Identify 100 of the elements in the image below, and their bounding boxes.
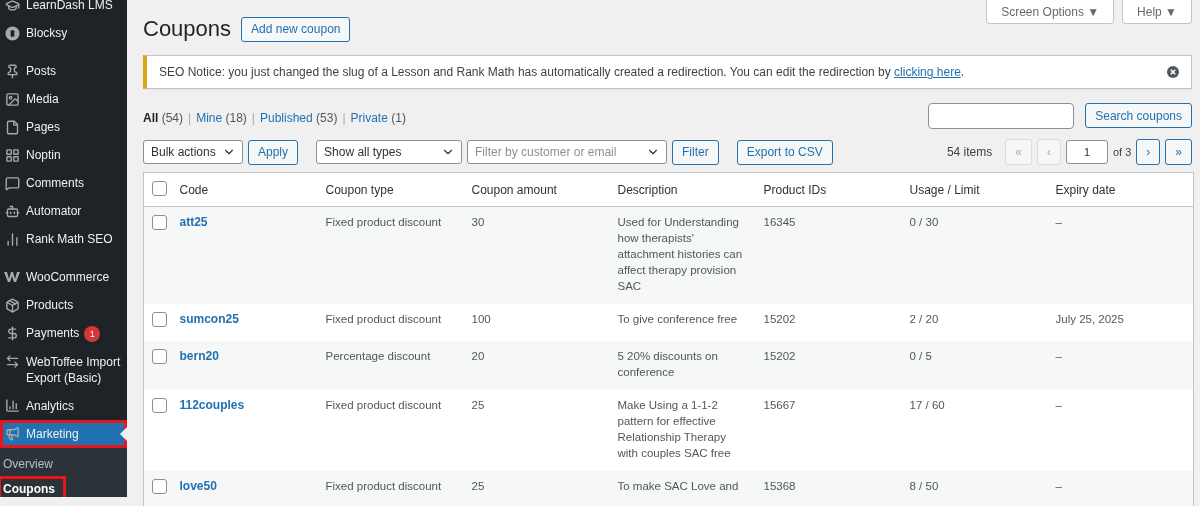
- view-separator: |: [188, 111, 192, 125]
- filter-button[interactable]: Filter: [672, 139, 719, 165]
- table-cell: Fixed product discount: [317, 206, 464, 304]
- table-cell: –: [1047, 471, 1194, 506]
- last-page-button[interactable]: »: [1165, 139, 1192, 165]
- b-circle-icon: [3, 25, 21, 41]
- speech-bubble-icon: [3, 175, 21, 191]
- menu-item[interactable]: Payments 1: [0, 319, 127, 348]
- table-cell: 20: [463, 341, 610, 390]
- menu-item[interactable]: Products: [0, 291, 127, 319]
- table-cell: 15667: [755, 390, 902, 471]
- row-checkbox[interactable]: [152, 349, 167, 364]
- row-checkbox[interactable]: [152, 398, 167, 413]
- menu-item[interactable]: Automator: [0, 197, 127, 225]
- table-cell: Used for Understanding how therapists' attachment histories can affect therapy provision SAC: [609, 206, 756, 304]
- table-cell: 15202: [755, 304, 902, 341]
- table-cell: 0 / 30: [901, 206, 1048, 304]
- menu-item[interactable]: Posts: [0, 57, 127, 85]
- table-cell: Percentage discount: [317, 341, 464, 390]
- table-cell: 8 / 50: [901, 471, 1048, 506]
- robot-icon: [3, 203, 21, 219]
- page-title: Coupons: [143, 16, 232, 42]
- menu-item[interactable]: Media: [0, 85, 127, 113]
- box-icon: [3, 297, 21, 313]
- table-cell: Fixed product discount: [317, 390, 464, 471]
- menu-item[interactable]: Blocksy: [0, 19, 127, 47]
- row-checkbox[interactable]: [152, 215, 167, 230]
- table-cell: To give conference free: [609, 304, 756, 341]
- menu-item[interactable]: Rank Math SEO: [0, 225, 127, 253]
- megaphone-icon: [3, 425, 21, 442]
- next-page-button[interactable]: ›: [1136, 139, 1161, 165]
- help-tab[interactable]: Help ▼: [1122, 0, 1192, 24]
- apply-button[interactable]: Apply: [248, 139, 299, 165]
- table-cell: Fixed product discount: [317, 304, 464, 341]
- column-header[interactable]: Code: [171, 172, 318, 207]
- coupon-code-link[interactable]: 112couples: [179, 398, 245, 412]
- bulk-actions-select[interactable]: Bulk actions: [143, 140, 243, 164]
- coupon-code-link[interactable]: sumcon25: [179, 312, 239, 326]
- table-cell: 5 20% discounts on conference: [609, 341, 756, 390]
- count-badge: 1: [84, 325, 101, 342]
- table-cell: 30: [463, 206, 610, 304]
- column-header[interactable]: Coupon amount: [463, 172, 610, 207]
- column-header[interactable]: Expiry date: [1047, 172, 1194, 207]
- table-cell: –: [1047, 390, 1194, 471]
- view-separator: |: [342, 111, 346, 125]
- notice-link[interactable]: clicking here: [894, 65, 961, 79]
- search-field[interactable]: [928, 103, 1075, 129]
- column-header[interactable]: Usage / Limit: [901, 172, 1048, 207]
- view-filter-link[interactable]: Private (1): [350, 111, 406, 125]
- coupon-code-link[interactable]: att25: [179, 215, 208, 229]
- table-cell: 25: [463, 390, 610, 471]
- table-cell: Fixed product discount: [317, 471, 464, 506]
- table-cell: –: [1047, 341, 1194, 390]
- table-cell: 2 / 20: [901, 304, 1048, 341]
- menu-item[interactable]: WooCommerce: [0, 263, 127, 291]
- coupon-code-link[interactable]: bern20: [179, 349, 219, 363]
- screen-options-tab[interactable]: Screen Options ▼: [986, 0, 1115, 24]
- page-total: of 3: [1112, 146, 1132, 158]
- page-number-field[interactable]: 1: [1065, 140, 1108, 164]
- graduation-cap-icon: [3, 0, 21, 13]
- dismiss-icon[interactable]: [1167, 66, 1179, 78]
- submenu-item[interactable]: Coupons: [0, 477, 64, 497]
- w-logo-icon: [3, 269, 21, 285]
- column-header[interactable]: Product IDs: [755, 172, 902, 207]
- current-pointer-icon: [120, 426, 127, 441]
- view-filter-link[interactable]: All (54): [143, 111, 184, 125]
- notice-text: SEO Notice: you just changed the slug of a Lesson and Rank Math has automatically created a redirection. You can edit the redirection by clicking here.: [159, 65, 965, 79]
- menu-item[interactable]: Noptin: [0, 141, 127, 169]
- table-cell: Make Using a 1-1-2 pattern for effective Relationship Therapy with couples SAC free: [609, 390, 756, 471]
- table-cell: 100: [463, 304, 610, 341]
- table-cell: 17 / 60: [901, 390, 1048, 471]
- view-filter-link[interactable]: Published (53): [260, 111, 338, 125]
- menu-item[interactable]: Pages: [0, 113, 127, 141]
- coupon-type-select[interactable]: Show all types: [316, 140, 463, 164]
- row-checkbox[interactable]: [152, 479, 167, 494]
- coupon-code-link[interactable]: love50: [179, 479, 217, 493]
- column-header[interactable]: Description: [609, 172, 756, 207]
- menu-item[interactable]: Marketing: [0, 419, 127, 448]
- table-cell: July 25, 2025: [1047, 304, 1194, 341]
- menu-item[interactable]: Comments: [0, 169, 127, 197]
- table-cell: –: [1047, 206, 1194, 304]
- menu-item[interactable]: WebToffee Import Export (Basic): [0, 347, 127, 392]
- menu-item[interactable]: LearnDash LMS: [0, 0, 127, 19]
- image-icon: [3, 91, 21, 107]
- menu-item[interactable]: Analytics: [0, 391, 127, 420]
- export-button[interactable]: Export to CSV: [736, 139, 833, 165]
- add-coupon-button[interactable]: Add new coupon: [241, 16, 351, 42]
- bar-chart-icon: [3, 397, 21, 414]
- view-filter-link[interactable]: Mine (18): [196, 111, 247, 125]
- search-button[interactable]: Search coupons: [1085, 103, 1192, 128]
- grid-icon: [3, 147, 21, 163]
- item-count: 54 items: [946, 145, 993, 159]
- row-checkbox[interactable]: [152, 312, 167, 327]
- column-header[interactable]: Coupon type: [317, 172, 464, 207]
- view-separator: |: [251, 111, 255, 125]
- table-cell: 16345: [755, 206, 902, 304]
- table-cell: 15368: [755, 471, 902, 506]
- select-all-checkbox[interactable]: [152, 181, 167, 196]
- table-cell: 25: [463, 471, 610, 506]
- submenu-item[interactable]: Overview: [0, 452, 64, 476]
